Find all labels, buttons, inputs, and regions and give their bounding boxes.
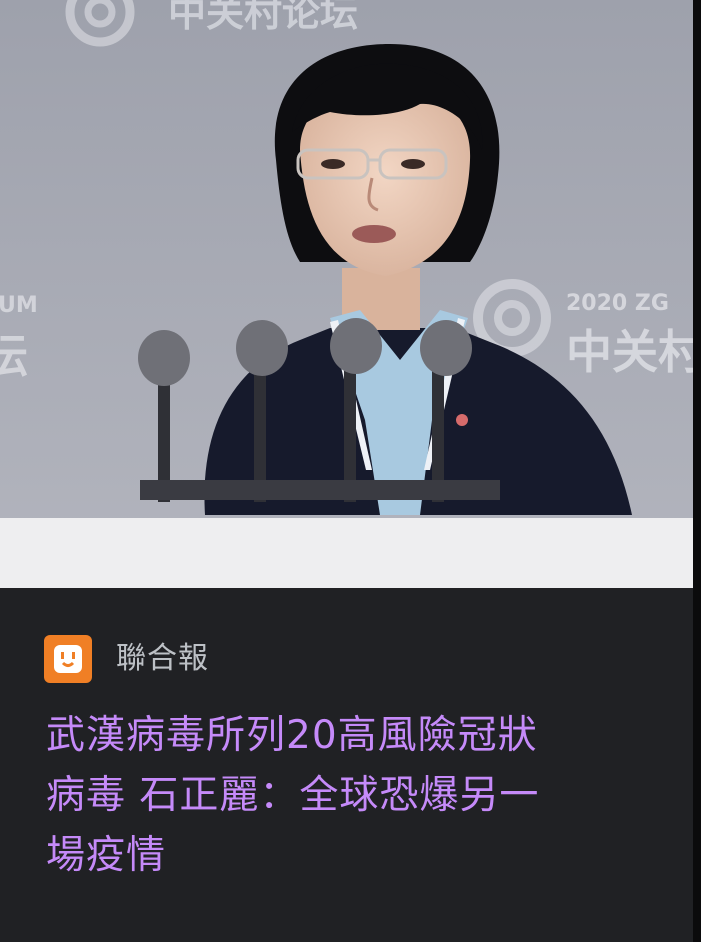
backdrop-text-right: 中关村 <box>566 325 693 379</box>
article-image[interactable]: 中关村论坛 2020 ZG 中关村 UM 坛 <box>0 0 693 588</box>
podium <box>0 518 693 588</box>
backdrop-year-label: 2020 ZG <box>566 291 669 316</box>
news-card[interactable]: 中关村论坛 2020 ZG 中关村 UM 坛 聯合報 武漢病毒所列20高風險冠狀… <box>0 0 693 942</box>
headline-line-2: 病毒 石正麗：全球恐爆另一 <box>46 773 540 818</box>
source-name: 聯合報 <box>116 641 209 676</box>
backdrop-left-latin: UM <box>0 293 38 318</box>
source-row[interactable]: 聯合報 <box>44 634 209 684</box>
screen-edge <box>693 0 701 942</box>
headline-line-3: 場疫情 <box>46 833 167 878</box>
backdrop-text-top: 中关村论坛 <box>168 0 358 35</box>
power-outlet-icon <box>44 635 92 683</box>
headline-link[interactable]: 武漢病毒所列20高風險冠狀 病毒 石正麗：全球恐爆另一 場疫情 <box>46 706 656 886</box>
headline-line-1: 武漢病毒所列20高風險冠狀 <box>46 713 538 758</box>
backdrop-left-char: 坛 <box>0 329 28 383</box>
